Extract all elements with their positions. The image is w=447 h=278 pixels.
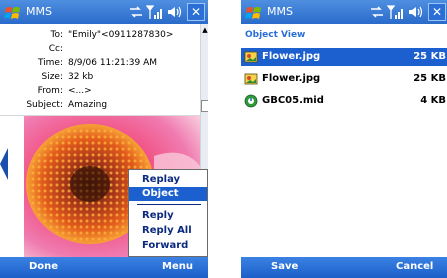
from-value: <...>: [68, 86, 92, 96]
sync-arrows-icon: [130, 6, 142, 18]
size-value: 32 kb: [68, 72, 94, 82]
size-label: Size:: [41, 72, 63, 82]
file-name: GBC05.mid: [262, 95, 324, 106]
file-name: Flower.jpg: [262, 73, 321, 84]
audio-file-icon: [244, 94, 258, 108]
file-size: 4 KB: [420, 95, 446, 106]
windows-start-icon[interactable]: [244, 2, 264, 22]
from-label: From:: [37, 86, 63, 96]
done-softkey[interactable]: Done: [29, 261, 58, 272]
softkey-bar: Done Menu: [0, 257, 208, 278]
to-label: To:: [50, 30, 63, 40]
menu-softkey[interactable]: Menu: [162, 261, 193, 272]
windows-start-icon[interactable]: [3, 2, 23, 22]
subject-value: Amazing: [68, 100, 108, 110]
title-bar: MMS ✕: [241, 0, 447, 24]
header-to: To: "Emily"<0911287830>: [0, 30, 194, 43]
context-menu: Replay Object View Reply Reply All Forwa…: [128, 169, 208, 257]
close-icon[interactable]: ✕: [428, 3, 446, 21]
signal-strength-icon: [387, 5, 403, 19]
header-subject: Subject: Amazing: [0, 100, 194, 113]
file-row-flower-jpg-2[interactable]: Flower.jpg 25 KB: [241, 70, 447, 88]
softkey-bar: Save Cancel: [241, 257, 447, 278]
image-file-icon: [244, 51, 258, 63]
file-name: Flower.jpg: [262, 51, 321, 62]
app-title: MMS: [26, 5, 52, 18]
menu-item-replay[interactable]: Replay: [129, 173, 207, 187]
app-title: MMS: [267, 5, 293, 18]
header-from: From: <...>: [0, 86, 194, 99]
save-softkey[interactable]: Save: [271, 261, 298, 272]
menu-separator: [137, 204, 201, 205]
file-size: 25 KB: [413, 73, 446, 84]
volume-icon[interactable]: [407, 4, 423, 20]
section-title: Object View: [245, 30, 306, 40]
menu-item-forward[interactable]: Forward: [129, 239, 207, 253]
menu-item-object-view[interactable]: Object View: [129, 187, 207, 213]
scroll-thumb[interactable]: [201, 100, 208, 112]
menu-item-reply-all[interactable]: Reply All: [129, 224, 207, 238]
file-row-flower-jpg-1[interactable]: Flower.jpg 25 KB: [241, 48, 447, 66]
header-cc: Cc:: [0, 44, 194, 57]
header-size: Size: 32 kb: [0, 72, 194, 85]
sync-arrows-icon: [371, 6, 383, 18]
subject-label: Subject:: [26, 100, 63, 110]
close-icon[interactable]: ✕: [187, 3, 205, 21]
mms-message-screen: MMS ✕ To: "Emily"<0911287830> Cc: Time: …: [0, 0, 208, 278]
file-row-gbc05-mid[interactable]: GBC05.mid 4 KB: [241, 92, 447, 110]
cancel-softkey[interactable]: Cancel: [396, 261, 433, 272]
scroll-up-icon[interactable]: ▲: [201, 26, 208, 34]
header-time: Time: 8/9/06 11:21:39 AM: [0, 58, 194, 71]
image-file-icon: [244, 73, 258, 85]
object-view-screen: MMS ✕ Object View Flower.jpg 25 KB Flowe…: [241, 0, 447, 278]
signal-strength-icon: [146, 5, 162, 19]
to-value: "Emily"<0911287830>: [68, 30, 174, 40]
image-scroll-left-icon[interactable]: [0, 148, 8, 180]
cc-label: Cc:: [48, 44, 63, 54]
file-size: 25 KB: [413, 51, 446, 62]
menu-item-reply[interactable]: Reply: [129, 209, 207, 223]
volume-icon[interactable]: [166, 4, 182, 20]
title-bar: MMS ✕: [0, 0, 208, 24]
time-label: Time:: [37, 58, 63, 68]
time-value: 8/9/06 11:21:39 AM: [68, 58, 158, 68]
